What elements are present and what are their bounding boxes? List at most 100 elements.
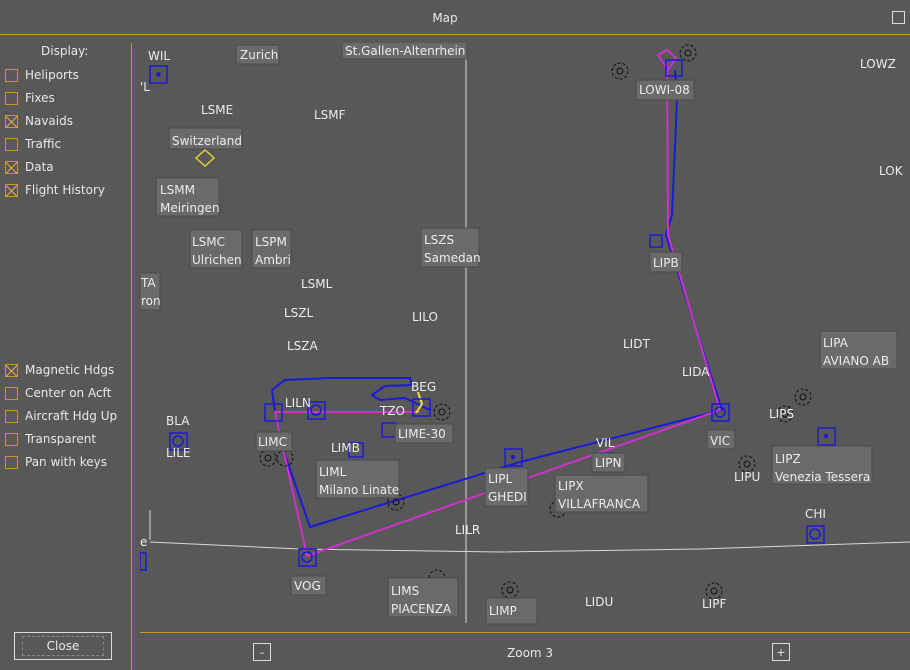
map-label-lsme: LSME xyxy=(201,103,233,117)
map-label-liln: LILN xyxy=(285,396,311,410)
option-aircraft-hdg-up[interactable]: Aircraft Hdg Up xyxy=(5,408,117,424)
map-label-meiringen: Meiringen xyxy=(160,201,220,215)
flight-history-checkbox[interactable] xyxy=(5,183,18,197)
map-label-ulrichen: Ulrichen xyxy=(192,253,242,267)
title-divider xyxy=(0,34,910,35)
map-label-ghedi: GHEDI xyxy=(488,490,527,504)
map-label-lipl: LIPL xyxy=(488,472,512,486)
option-label: Data xyxy=(25,160,54,174)
map-label-l: 'L xyxy=(140,80,150,94)
zoom-in-button[interactable]: + xyxy=(772,643,790,661)
map-svg[interactable]: Zurich St.Gallen-Altenrhein Switzerland … xyxy=(140,43,910,628)
option-navaids[interactable]: Navaids xyxy=(5,113,73,129)
map-label-vil: VIL xyxy=(596,436,615,450)
option-magnetic-hdgs[interactable]: Magnetic Hdgs xyxy=(5,362,114,378)
map-label-lime-30: LIME-30 xyxy=(398,427,446,441)
airport-label-boxes xyxy=(140,43,898,625)
map-label-beg: BEG xyxy=(411,380,436,394)
option-label: Navaids xyxy=(25,114,73,128)
map-label-lipn: LIPN xyxy=(595,456,621,470)
map-label-lilr: LILR xyxy=(455,523,480,537)
map-label-limc: LIMC xyxy=(258,435,287,449)
map-canvas[interactable]: Zurich St.Gallen-Altenrhein Switzerland … xyxy=(140,43,910,628)
map-label-lowi-08: LOWI-08 xyxy=(639,83,690,97)
map-label-lszl: LSZL xyxy=(284,306,314,320)
window-title: Map xyxy=(432,11,458,25)
option-label: Traffic xyxy=(25,137,62,151)
heading-indicator xyxy=(415,391,424,414)
map-label-lsml: LSML xyxy=(301,277,333,291)
option-fixes[interactable]: Fixes xyxy=(5,90,55,106)
map-label-tzo: TZO xyxy=(379,404,405,418)
option-data[interactable]: Data xyxy=(5,159,54,175)
map-label-wil: WIL xyxy=(148,49,170,63)
option-label: Pan with keys xyxy=(25,455,108,469)
map-label-lips: LIPS xyxy=(769,407,794,421)
map-label-limp: LIMP xyxy=(489,604,517,618)
map-label-lszs: LSZS xyxy=(424,233,454,247)
map-label-piacenza: PIACENZA xyxy=(391,602,452,616)
map-label-lsza: LSZA xyxy=(287,339,319,353)
map-label-vic: VIC xyxy=(710,434,730,448)
zoom-out-label: – xyxy=(259,645,265,659)
option-label: Magnetic Hdgs xyxy=(25,363,115,377)
map-label-lipb: LIPB xyxy=(653,256,679,270)
map-label-ta: TA xyxy=(140,276,156,290)
zoom-out-button[interactable]: – xyxy=(253,643,271,661)
map-label-vog: VOG xyxy=(294,579,321,593)
pan-with-keys-checkbox[interactable] xyxy=(5,455,18,469)
fixes-checkbox[interactable] xyxy=(5,91,18,105)
option-heliports[interactable]: Heliports xyxy=(5,67,79,83)
transparent-checkbox[interactable] xyxy=(5,432,18,446)
option-flight-history[interactable]: Flight History xyxy=(5,182,105,198)
map-label-samedan: Samedan xyxy=(424,251,481,265)
data-checkbox[interactable] xyxy=(5,160,18,174)
map-label-chi: CHI xyxy=(805,507,826,521)
traffic-checkbox[interactable] xyxy=(5,137,18,151)
map-label-zurich: Zurich xyxy=(240,48,278,62)
navaids-checkbox[interactable] xyxy=(5,114,18,128)
map-label-lida: LIDA xyxy=(682,365,710,379)
center-on-acft-checkbox[interactable] xyxy=(5,386,18,400)
title-bar: Map xyxy=(0,0,910,34)
option-pan-with-keys[interactable]: Pan with keys xyxy=(5,454,107,470)
flight-history-track xyxy=(270,69,724,529)
map-label-lspm: LSPM xyxy=(255,235,287,249)
window-toggle-button[interactable] xyxy=(892,11,905,24)
map-label-liml: LIML xyxy=(319,465,347,479)
map-label-lidt: LIDT xyxy=(623,337,650,351)
option-transparent[interactable]: Transparent xyxy=(5,431,96,447)
zoom-in-label: + xyxy=(776,645,786,659)
map-label-lidu: LIDU xyxy=(585,595,613,609)
map-label-milano-linate: Milano Linate xyxy=(319,483,399,497)
option-traffic[interactable]: Traffic xyxy=(5,136,61,152)
map-label-villafranca: VILLAFRANCA xyxy=(558,497,641,511)
airport-box-texts: Zurich St.Gallen-Altenrhein Switzerland … xyxy=(140,44,889,618)
map-label-lipf: LIPF xyxy=(702,597,726,611)
sidebar-divider xyxy=(131,43,132,670)
map-label-ambri: Ambri xyxy=(255,253,291,267)
option-label: Fixes xyxy=(25,91,55,105)
aircraft-hdg-up-checkbox[interactable] xyxy=(5,409,18,423)
option-label: Center on Acft xyxy=(25,386,112,400)
map-label-bla: BLA xyxy=(166,414,190,428)
option-label: Flight History xyxy=(25,183,106,197)
map-label-lowz: LOWZ xyxy=(860,57,896,71)
display-label: Display: xyxy=(41,44,89,58)
map-label-st-gallen: St.Gallen-Altenrhein xyxy=(345,44,465,58)
map-label-lile: LILE xyxy=(166,446,191,460)
map-label-switzerland: Switzerland xyxy=(172,134,242,148)
map-label-lsmf: LSMF xyxy=(314,108,346,122)
map-label-lipx: LIPX xyxy=(558,479,584,493)
magnetic-hdgs-checkbox[interactable] xyxy=(5,363,18,377)
zoom-level-label: Zoom 3 xyxy=(507,646,554,660)
waypoint-diamond xyxy=(194,148,216,168)
parallel-line xyxy=(149,541,910,553)
option-center-on-acft[interactable]: Center on Acft xyxy=(5,385,111,401)
option-label: Heliports xyxy=(25,68,79,82)
plain-map-labels: WIL 'L LSME LSMF LOWZ LOK LSML LSZL LILO… xyxy=(140,49,904,611)
heliports-checkbox[interactable] xyxy=(5,68,18,82)
map-label-lipz: LIPZ xyxy=(775,452,801,466)
close-button[interactable]: Close xyxy=(14,632,112,660)
close-button-label: Close xyxy=(21,636,105,656)
